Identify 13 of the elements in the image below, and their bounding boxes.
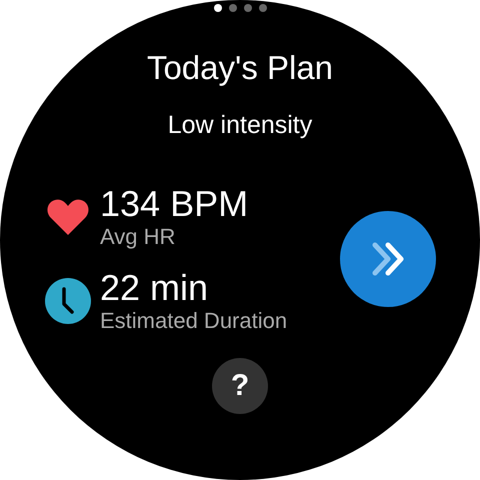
clock-icon [44, 277, 92, 325]
intensity-label: Low intensity [168, 110, 312, 140]
stat-value: 22 min [100, 268, 210, 308]
double-chevron-icon [372, 242, 404, 276]
page-dot[interactable] [244, 4, 252, 12]
page-dot[interactable] [258, 4, 266, 12]
screen-title: Today's Plan [146, 48, 334, 88]
stat-label: Avg HR [100, 224, 176, 250]
stat-value: 134 BPM [100, 184, 248, 224]
page-dot[interactable] [228, 4, 236, 12]
help-button[interactable]: ? [212, 358, 268, 414]
page-dot[interactable] [214, 4, 222, 12]
stat-label: Estimated Duration [100, 308, 288, 334]
